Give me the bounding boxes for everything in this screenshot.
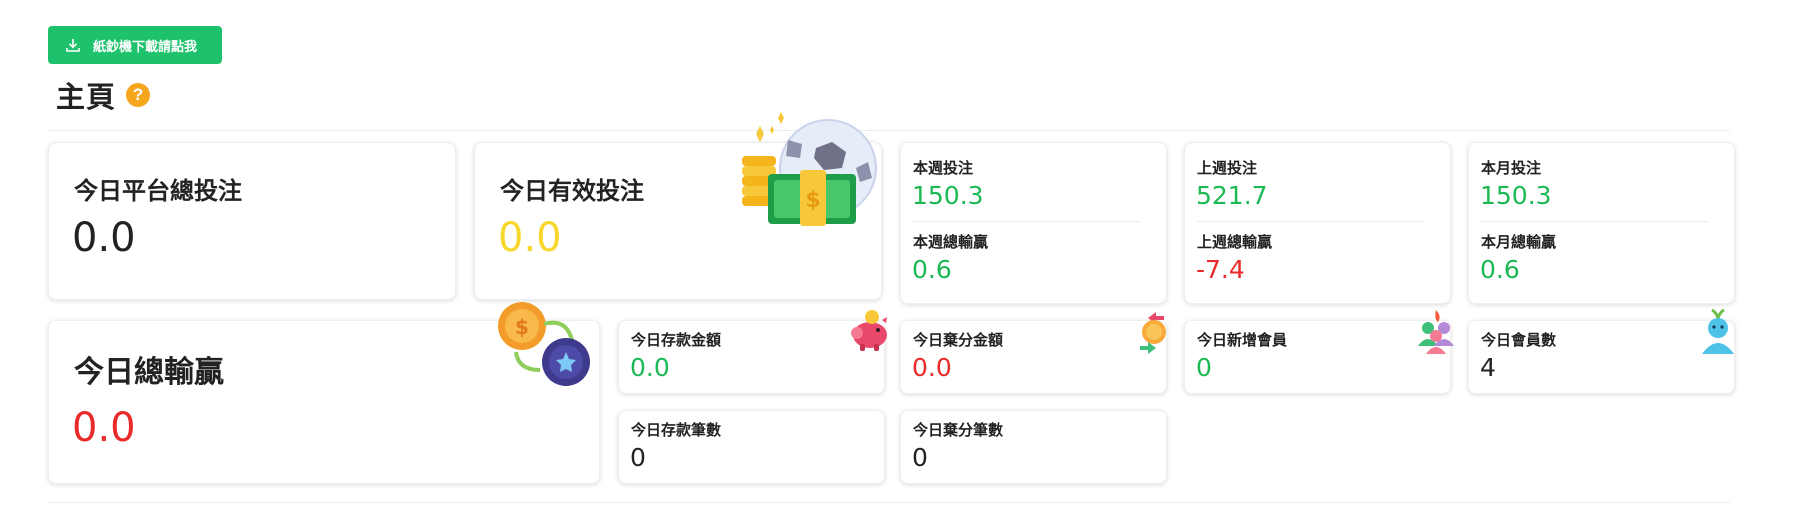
piggy-bank-icon <box>848 308 892 352</box>
week-winloss-label: 本週總輸贏 <box>913 234 989 251</box>
coin-exchange-icon <box>1134 308 1174 354</box>
coin-swap-icon: $ <box>496 296 594 392</box>
card-label: 今日棄分筆數 <box>913 422 1004 439</box>
card-today-platform-bet: 今日平台總投注 0.0 <box>48 142 456 300</box>
card-label: 今日新增會員 <box>1197 332 1288 349</box>
month-bet-label: 本月投注 <box>1481 160 1542 177</box>
card-label: 今日棄分金額 <box>913 332 1004 349</box>
header-divider <box>48 130 1730 131</box>
last-week-bet-value: 521.7 <box>1196 181 1268 210</box>
month-bet-value: 150.3 <box>1480 181 1552 210</box>
user-icon <box>1700 308 1736 356</box>
card-last-week: 上週投注 521.7 上週總輸贏 -7.4 <box>1184 142 1451 304</box>
card-today-deposit-amount: 今日存款金額 0.0 <box>618 320 885 394</box>
card-today-deposit-count: 今日存款筆數 0 <box>618 410 885 484</box>
page-title: 主頁 ? <box>56 74 151 116</box>
card-value: 0.0 <box>630 353 670 382</box>
card-value: 0.0 <box>912 353 952 382</box>
footer-divider <box>48 502 1730 503</box>
svg-text:$: $ <box>805 188 820 213</box>
card-today-withdraw-amount: 今日棄分金額 0.0 <box>900 320 1167 394</box>
soccer-money-icon: $ <box>738 110 878 226</box>
card-value: 0.0 <box>72 215 136 261</box>
download-app-button[interactable]: 紙鈔機下載請點我 <box>48 26 222 64</box>
user-group-icon <box>1414 308 1458 354</box>
card-this-week: 本週投注 150.3 本週總輸贏 0.6 <box>900 142 1167 304</box>
card-divider <box>1481 221 1709 222</box>
card-this-month: 本月投注 150.3 本月總輸贏 0.6 <box>1468 142 1735 304</box>
week-winloss-value: 0.6 <box>912 255 952 284</box>
card-label: 今日存款金額 <box>631 332 722 349</box>
week-bet-value: 150.3 <box>912 181 984 210</box>
card-divider <box>913 221 1141 222</box>
svg-text:$: $ <box>515 315 529 339</box>
card-value: 0.0 <box>498 215 562 261</box>
card-label: 今日存款筆數 <box>631 422 722 439</box>
last-week-winloss-label: 上週總輸贏 <box>1197 234 1273 251</box>
card-label: 今日總輸贏 <box>74 356 224 389</box>
card-value: 0 <box>1196 353 1212 382</box>
last-week-bet-label: 上週投注 <box>1197 160 1258 177</box>
page-title-text: 主頁 <box>56 82 117 114</box>
download-button-label: 紙鈔機下載請點我 <box>93 38 198 54</box>
card-today-withdraw-count: 今日棄分筆數 0 <box>900 410 1167 484</box>
card-divider <box>1197 221 1425 222</box>
card-today-new-members: 今日新增會員 0 <box>1184 320 1451 394</box>
card-label: 今日有效投注 <box>500 178 644 205</box>
month-winloss-value: 0.6 <box>1480 255 1520 284</box>
card-today-members: 今日會員數 4 <box>1468 320 1735 394</box>
card-value: 0 <box>630 443 646 472</box>
card-value: 0.0 <box>72 405 136 451</box>
month-winloss-label: 本月總輸贏 <box>1481 234 1557 251</box>
card-value: 4 <box>1480 353 1496 382</box>
last-week-winloss-value: -7.4 <box>1196 255 1245 284</box>
week-bet-label: 本週投注 <box>913 160 974 177</box>
card-label: 今日平台總投注 <box>74 178 242 205</box>
question-circle-icon[interactable]: ? <box>126 83 151 107</box>
card-value: 0 <box>912 443 928 472</box>
download-icon <box>65 37 81 53</box>
card-label: 今日會員數 <box>1481 332 1557 349</box>
